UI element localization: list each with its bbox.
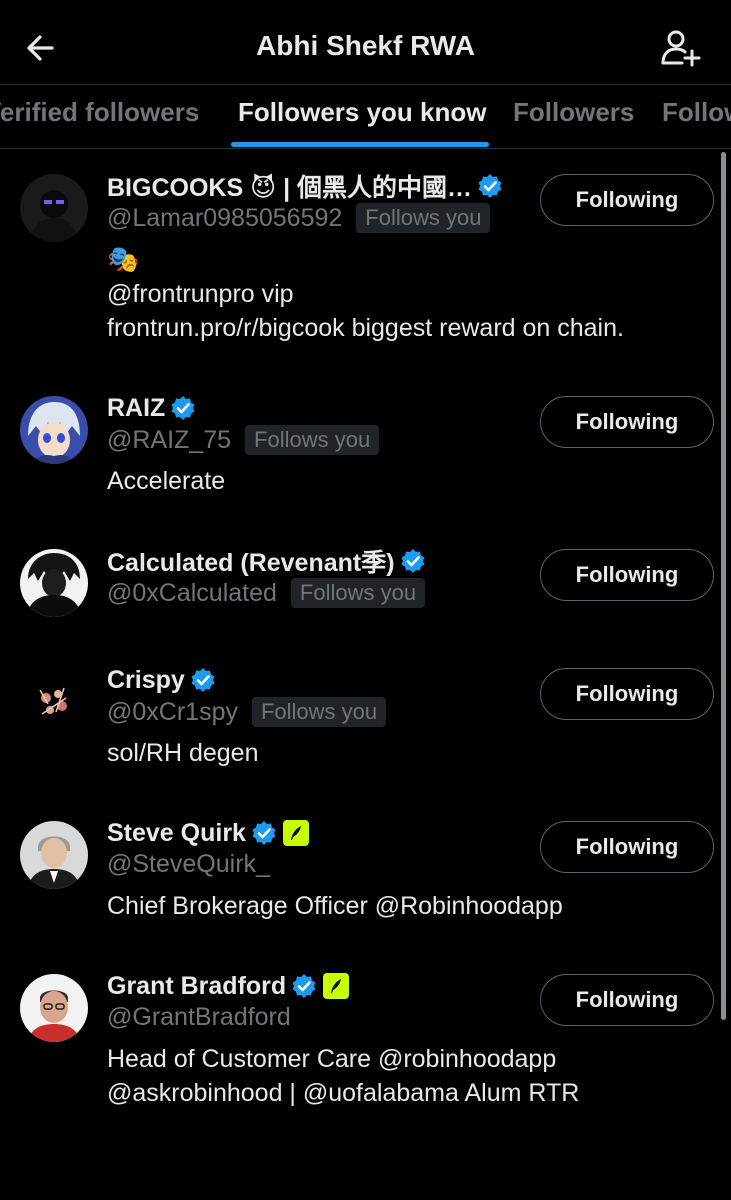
- user-row[interactable]: Grant Bradford @GrantBradford Head of Cu…: [0, 970, 731, 1130]
- bio-line: frontrun.pro/r/bigcook biggest reward on…: [107, 314, 624, 342]
- name-line: Crispy: [107, 664, 216, 696]
- verified-badge-icon: [171, 396, 195, 420]
- tab-verified-followers[interactable]: Verified followers: [0, 97, 199, 128]
- handle-line: @GrantBradford: [107, 1003, 291, 1032]
- following-button[interactable]: Following: [540, 396, 714, 448]
- user-name: Calculated (Revenant季): [107, 549, 395, 577]
- user-handle: @RAIZ_75: [107, 425, 232, 454]
- handle-line: @0xCr1spy Follows you: [107, 697, 387, 727]
- name-line: BIGCOOKS 😈 | 個黑人的中國…: [107, 170, 503, 202]
- name-line: Grant Bradford: [107, 970, 350, 1002]
- avatar[interactable]: [20, 821, 88, 889]
- verified-badge-icon: [252, 821, 276, 845]
- user-name: RAIZ: [107, 393, 166, 422]
- robinhood-feather-icon[interactable]: [282, 820, 309, 846]
- tab-bar: Verified followers Followers you know Fo…: [0, 85, 731, 149]
- user-handle: @0xCalculated: [107, 578, 277, 607]
- handle-line: @Lamar0985056592 Follows you: [107, 203, 491, 233]
- handle-line: @RAIZ_75 Follows you: [107, 425, 380, 455]
- bio-line: Head of Customer Care @robinhoodapp: [107, 1045, 557, 1073]
- person-add-icon: [661, 30, 701, 67]
- active-tab-indicator: [231, 142, 489, 147]
- bio-line: @askrobinhood | @uofalabama Alum RTR: [107, 1079, 580, 1107]
- tab-following[interactable]: Following: [662, 97, 731, 128]
- handle-line: @0xCalculated Follows you: [107, 578, 426, 608]
- follows-you-badge: Follows you: [245, 425, 380, 455]
- user-row[interactable]: Steve Quirk @SteveQuirk_ Chief Brokerage…: [0, 817, 731, 937]
- verified-badge-icon: [292, 974, 316, 998]
- verified-badge-icon: [478, 174, 502, 198]
- avatar[interactable]: [20, 974, 88, 1042]
- tab-followers-you-know[interactable]: Followers you know: [238, 97, 486, 128]
- user-row[interactable]: Crispy @0xCr1spy Follows you sol/RH dege…: [0, 664, 731, 784]
- avatar[interactable]: [20, 668, 88, 736]
- name-line: RAIZ: [107, 392, 196, 424]
- following-button[interactable]: Following: [540, 174, 714, 226]
- user-handle: @Lamar0985056592: [107, 203, 343, 232]
- bio-line: Accelerate: [107, 467, 226, 495]
- top-bar: Abhi Shekf RWA: [0, 0, 731, 85]
- following-button[interactable]: Following: [540, 668, 714, 720]
- follows-you-badge: Follows you: [251, 697, 387, 727]
- user-name: Grant Bradford: [107, 971, 287, 1000]
- robinhood-feather-icon[interactable]: [323, 973, 350, 999]
- handle-line: @SteveQuirk_: [107, 850, 270, 879]
- user-handle: @GrantBradford: [107, 1003, 291, 1031]
- tab-followers[interactable]: Followers: [513, 97, 634, 128]
- follows-you-badge: Follows you: [290, 578, 426, 608]
- name-line: Calculated (Revenant季): [107, 545, 426, 577]
- verified-badge-icon: [401, 549, 425, 573]
- avatar[interactable]: [20, 549, 88, 617]
- bio-line: sol/RH degen: [107, 739, 259, 767]
- name-line: Steve Quirk: [107, 817, 309, 849]
- avatar[interactable]: [20, 174, 88, 242]
- bio-line: @frontrunpro vip: [107, 280, 294, 308]
- verified-badge-icon: [191, 668, 215, 692]
- user-row[interactable]: RAIZ @RAIZ_75 Follows you Accelerate Fol…: [0, 392, 731, 512]
- user-handle: @SteveQuirk_: [107, 850, 270, 878]
- user-name: Steve Quirk: [107, 818, 246, 847]
- bio-emoji: 🎭: [107, 244, 140, 274]
- user-name: BIGCOOKS 😈 | 個黑人的中國…: [107, 174, 473, 202]
- user-handle: @0xCr1spy: [107, 697, 238, 726]
- following-button[interactable]: Following: [540, 974, 714, 1026]
- following-button[interactable]: Following: [540, 549, 714, 601]
- avatar[interactable]: [20, 396, 88, 464]
- user-row[interactable]: BIGCOOKS 😈 | 個黑人的中國… @Lamar0985056592 Fo…: [0, 170, 731, 370]
- add-user-button[interactable]: [658, 26, 702, 70]
- user-row[interactable]: Calculated (Revenant季) @0xCalculated Fol…: [0, 545, 731, 635]
- following-button[interactable]: Following: [540, 821, 714, 873]
- user-name: Crispy: [107, 665, 185, 694]
- bio-line: Chief Brokerage Officer @Robinhoodapp: [107, 892, 563, 920]
- follows-you-badge: Follows you: [356, 203, 491, 233]
- page-title: Abhi Shekf RWA: [256, 30, 475, 61]
